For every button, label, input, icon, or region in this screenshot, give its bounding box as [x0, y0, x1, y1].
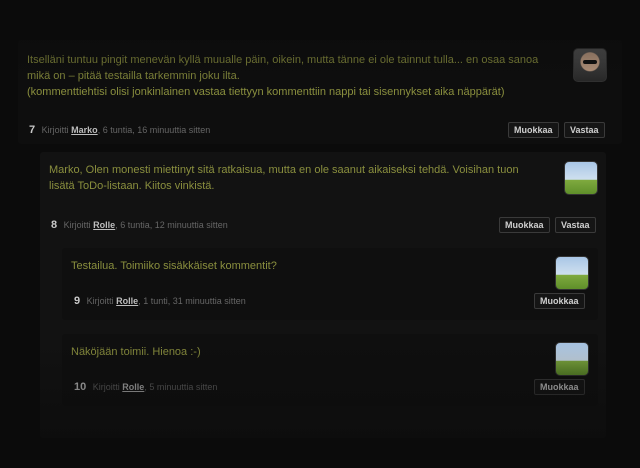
comment-text: Näköjään toimii. Hienoa :-): [71, 344, 201, 360]
author-link[interactable]: Rolle: [116, 296, 138, 306]
comment-number: 8: [51, 219, 58, 231]
comment-meta: 9 Kirjoitti Rolle, 1 tunti, 31 minuuttia…: [74, 295, 246, 307]
comment-text-line: Marko, Olen monesti miettinyt sitä ratka…: [49, 164, 519, 176]
comment-9: Testailua. Toimiiko sisäkkäiset kommenti…: [62, 248, 598, 320]
comment-time: , 1 tunti, 31 minuuttia sitten: [138, 296, 246, 306]
comment-text-line: Näköjään toimii. Hienoa :-): [71, 346, 201, 358]
comment-text-line: lisätä ToDo-listaan. Kiitos vinkistä.: [49, 180, 215, 192]
comment-time: , 6 tuntia, 16 minuuttia sitten: [97, 125, 211, 135]
written-by-label: Kirjoitti: [86, 296, 114, 306]
reply-button[interactable]: Vastaa: [564, 122, 605, 138]
user-photo-icon: [573, 48, 607, 82]
comment-text-line: Itselläni tuntuu pingit menevän kyllä mu…: [27, 54, 539, 66]
author-link[interactable]: Rolle: [122, 382, 144, 392]
comment-text-line: Testailua. Toimiiko sisäkkäiset kommenti…: [71, 260, 277, 272]
comment-text-line: mikä on – pitää testailla tarkemmin joku…: [27, 70, 240, 82]
landscape-avatar-icon: [564, 161, 598, 195]
comment-text-line: (kommenttiehtisi olisi jonkinlainen vast…: [27, 86, 505, 98]
landscape-avatar-icon: [555, 256, 589, 290]
edit-button[interactable]: Muokkaa: [508, 122, 559, 138]
comment-text: Marko, Olen monesti miettinyt sitä ratka…: [49, 162, 554, 194]
comment-text: Testailua. Toimiiko sisäkkäiset kommenti…: [71, 258, 277, 274]
comment-number: 10: [74, 381, 87, 393]
comment-10: Näköjään toimii. Hienoa :-) 10 Kirjoitti…: [62, 334, 598, 406]
author-link[interactable]: Marko: [71, 125, 98, 135]
landscape-avatar-icon: [555, 342, 589, 376]
edit-button[interactable]: Muokkaa: [534, 379, 585, 395]
edit-button[interactable]: Muokkaa: [499, 217, 550, 233]
written-by-label: Kirjoitti: [63, 220, 91, 230]
comment-meta: 10 Kirjoitti Rolle, 5 minuuttia sitten: [74, 381, 217, 393]
comment-number: 7: [29, 124, 36, 136]
comment-time: , 5 minuuttia sitten: [144, 382, 218, 392]
comment-time: , 6 tuntia, 12 minuuttia sitten: [115, 220, 228, 230]
edit-button[interactable]: Muokkaa: [534, 293, 585, 309]
written-by-label: Kirjoitti: [41, 125, 69, 135]
comment-number: 9: [74, 295, 81, 307]
author-link[interactable]: Rolle: [93, 220, 115, 230]
comment-meta: 7 Kirjoitti Marko, 6 tuntia, 16 minuutti…: [29, 124, 210, 136]
comment-meta: 8 Kirjoitti Rolle, 6 tuntia, 12 minuutti…: [51, 219, 228, 231]
comment-text: Itselläni tuntuu pingit menevän kyllä mu…: [27, 52, 567, 100]
comment-8: Marko, Olen monesti miettinyt sitä ratka…: [40, 152, 606, 438]
reply-button[interactable]: Vastaa: [555, 217, 596, 233]
written-by-label: Kirjoitti: [92, 382, 120, 392]
comment-7: Itselläni tuntuu pingit menevän kyllä mu…: [18, 40, 622, 144]
